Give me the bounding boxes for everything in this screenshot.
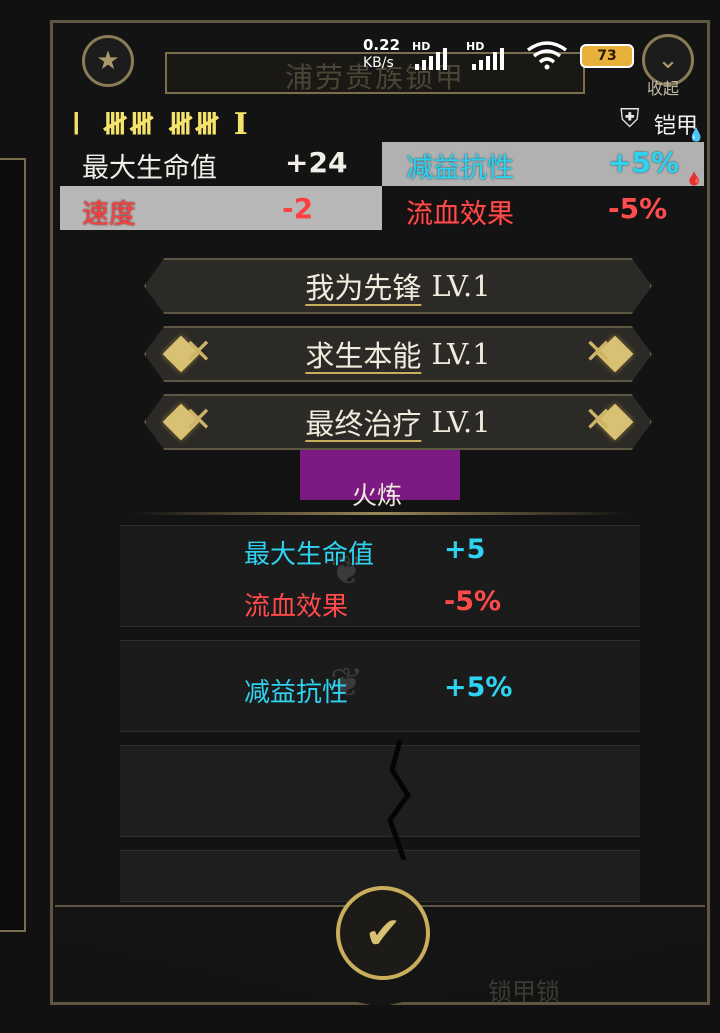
chevron-down-icon: ⌄ xyxy=(657,45,679,75)
stat-name: 最大生命值 xyxy=(82,153,217,184)
network-speed: 0.22 xyxy=(363,36,401,54)
stat-value: +24 xyxy=(285,146,348,179)
skill-level: LV.1 xyxy=(431,337,491,371)
bonus-value: +5% xyxy=(444,672,513,703)
stat-name: 减益抗性 xyxy=(406,153,514,184)
section-title: 火炼 xyxy=(352,481,403,510)
skill-button[interactable]: 求生本能 LV.1 xyxy=(144,326,652,382)
skill-name: 我为先锋 xyxy=(305,271,422,305)
refine-slot[interactable] xyxy=(120,525,640,627)
star-icon: ★ xyxy=(96,46,120,76)
stat-value: +5% xyxy=(608,146,679,179)
checkmark-icon: ✔ xyxy=(364,907,402,959)
bonus-name: 流血效果 xyxy=(244,592,349,622)
bonus-value: +5 xyxy=(444,534,486,565)
divider xyxy=(130,512,630,515)
blood-drop-icon: 🩸 xyxy=(686,172,703,187)
skill-name: 求生本能 xyxy=(305,339,422,373)
favorite-button[interactable]: ★ xyxy=(82,35,134,87)
skill-level: LV.1 xyxy=(431,269,491,303)
water-drop-icon: 💧 xyxy=(688,128,705,143)
skill-button[interactable]: 最终治疗 LV.1 xyxy=(144,394,652,450)
background-text: 锁甲锁 xyxy=(488,978,560,1006)
battery-icon: 73 xyxy=(580,44,634,68)
collapse-label: 收起 xyxy=(647,79,680,98)
refine-slot[interactable] xyxy=(120,640,640,732)
armor-icon: ⛨ xyxy=(620,104,640,134)
crack-decoration xyxy=(387,740,412,860)
skill-name: 最终治疗 xyxy=(305,407,422,441)
signal-icon xyxy=(472,48,504,70)
crossed-swords-icon: ✕ xyxy=(184,332,213,372)
crossed-swords-icon: ✕ xyxy=(584,332,613,372)
side-panel xyxy=(0,158,26,932)
signal-icon xyxy=(415,48,447,70)
network-speed-unit: KB/s xyxy=(363,55,394,71)
stat-value: -5% xyxy=(608,192,668,225)
skill-level: LV.1 xyxy=(431,405,491,439)
stat-name: 速度 xyxy=(82,199,136,230)
bonus-name: 减益抗性 xyxy=(244,678,349,708)
stat-name: 流血效果 xyxy=(406,199,514,230)
crossed-swords-icon: ✕ xyxy=(184,400,213,440)
bonus-name: 最大生命值 xyxy=(244,540,375,570)
crossed-swords-icon: ✕ xyxy=(584,400,613,440)
bonus-value: -5% xyxy=(444,586,502,617)
stat-value: -2 xyxy=(282,192,314,225)
confirm-button[interactable]: ✔ xyxy=(336,886,430,980)
skill-button[interactable]: 我为先锋 LV.1 xyxy=(144,258,652,314)
wifi-icon xyxy=(526,41,568,70)
